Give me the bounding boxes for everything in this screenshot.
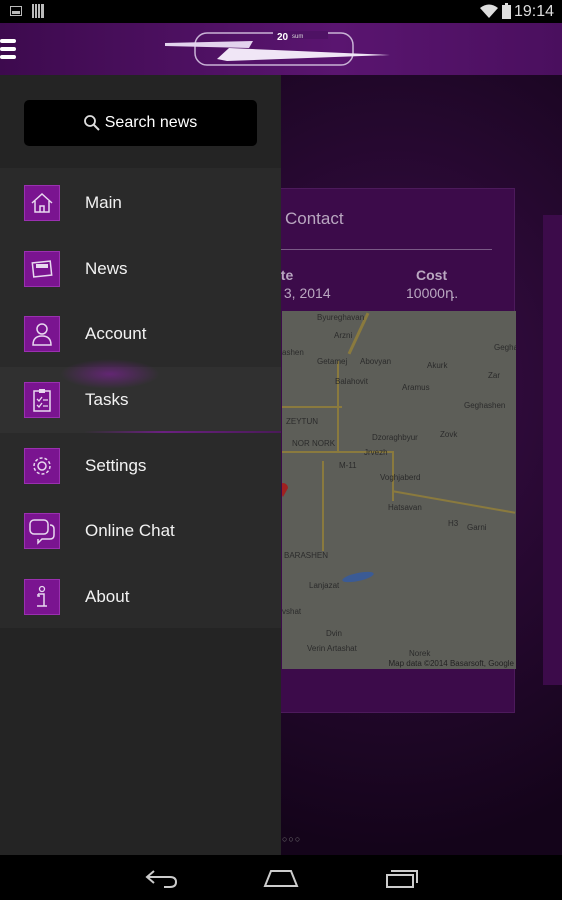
chat-icon — [24, 513, 60, 549]
recent-apps-icon[interactable] — [385, 868, 419, 888]
search-label: Search news — [104, 114, 198, 131]
sidebar-item-about[interactable]: About — [0, 564, 281, 630]
info-icon — [24, 579, 60, 615]
system-nav-bar — [0, 855, 562, 900]
sidebar-item-tasks[interactable]: Tasks — [0, 359, 281, 433]
battery-icon — [502, 3, 511, 19]
newspaper-icon — [24, 251, 60, 287]
barcode-icon — [32, 4, 44, 18]
divider — [271, 249, 492, 250]
search-news-button[interactable]: Search news — [24, 100, 257, 146]
sidebar-item-news[interactable]: News — [0, 236, 281, 302]
sidebar-item-account[interactable]: Account — [0, 301, 281, 367]
card-title: Contact — [285, 209, 344, 228]
cost-value: 10000դ. — [406, 285, 459, 301]
svg-text:20: 20 — [277, 32, 289, 43]
app-header: 20 sum — [0, 23, 562, 75]
date-value: v 3, 2014 — [273, 285, 331, 301]
user-icon — [24, 316, 60, 352]
image-icon — [10, 6, 22, 16]
sidebar-item-main[interactable]: Main — [0, 170, 281, 236]
contact-card: Contact ate v 3, 2014 Cost 10000դ. Byure… — [270, 188, 516, 713]
page-indicator: ○○○ — [282, 834, 302, 844]
status-bar: 19:14 — [0, 0, 562, 23]
back-icon[interactable] — [144, 868, 178, 888]
app-logo: 20 sum — [165, 31, 390, 66]
wifi-icon — [480, 4, 498, 18]
sidebar-item-settings[interactable]: Settings — [0, 433, 281, 499]
next-card-peek[interactable] — [543, 215, 562, 685]
gear-icon — [24, 448, 60, 484]
map-view[interactable]: Byureghavan Arzni ashen Getamej Abovyan … — [282, 311, 516, 669]
navigation-drawer: Search news Main News Account Tasks Sett… — [0, 75, 281, 855]
clock: 19:14 — [513, 3, 554, 20]
hamburger-icon[interactable] — [0, 39, 16, 59]
home-icon — [24, 185, 60, 221]
clipboard-icon — [24, 382, 60, 418]
cost-header: Cost — [416, 267, 448, 283]
sidebar-item-online-chat[interactable]: Online Chat — [0, 498, 281, 564]
map-attribution: Map data ©2014 Basarsoft, Google — [388, 659, 514, 668]
map-pin-icon[interactable] — [282, 483, 288, 497]
home-nav-icon[interactable] — [263, 869, 299, 887]
search-icon — [83, 115, 100, 131]
svg-text:sum: sum — [292, 34, 303, 40]
